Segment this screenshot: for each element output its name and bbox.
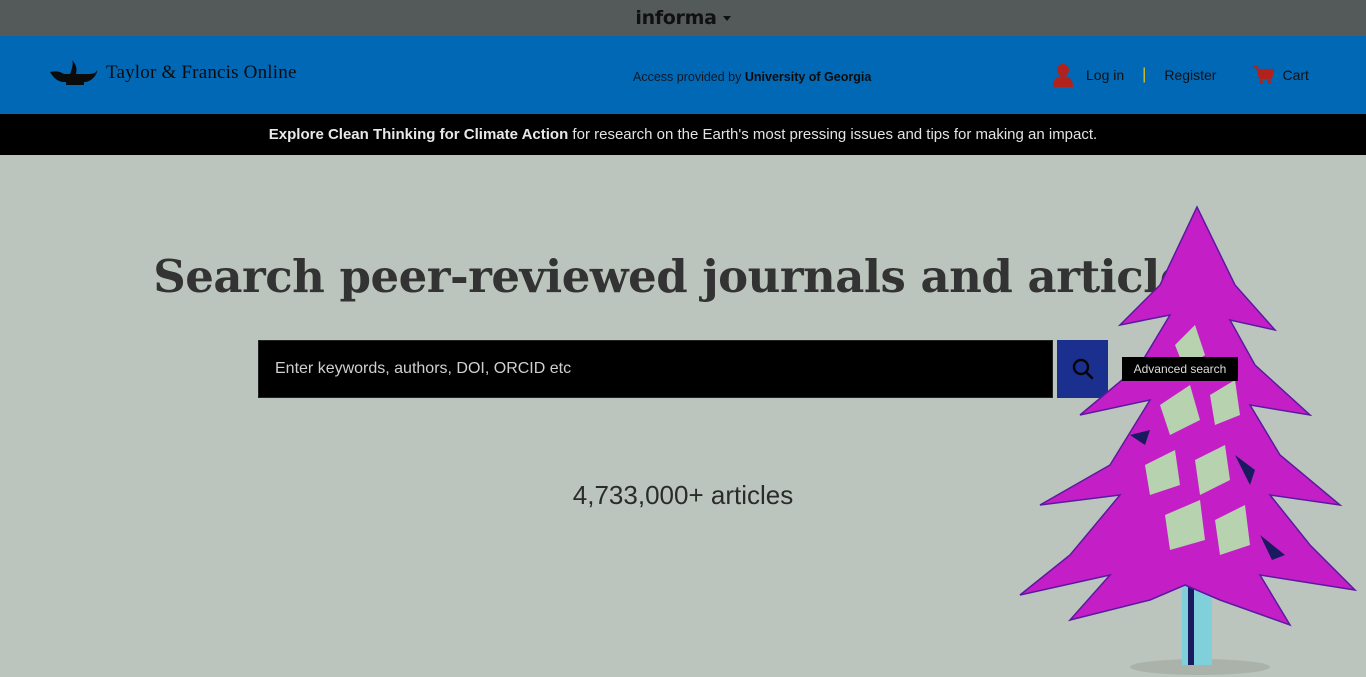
banner-text: for research on the Earth's most pressin… — [568, 126, 1098, 143]
login-link[interactable]: Log in — [1086, 67, 1124, 83]
informa-topbar: informa — [0, 0, 1366, 36]
site-header: Taylor & Francis Online Access provided … — [0, 36, 1366, 114]
lamp-logo-icon — [50, 60, 97, 85]
banner-link[interactable]: Explore Clean Thinking for Climate Actio… — [269, 126, 568, 143]
christmas-tree-decoration — [1019, 205, 1358, 675]
search-input[interactable] — [258, 340, 1053, 398]
advanced-search-link[interactable]: Advanced search — [1122, 357, 1238, 381]
logo-text: Taylor & Francis Online — [106, 62, 297, 83]
link-separator: | — [1142, 66, 1147, 83]
cart-icon[interactable] — [1252, 65, 1275, 85]
user-icon[interactable] — [1052, 63, 1074, 87]
cart-link[interactable]: Cart — [1282, 67, 1308, 83]
announcement-banner: Explore Clean Thinking for Climate Actio… — [0, 114, 1366, 155]
access-prefix: Access provided by — [633, 70, 742, 84]
chevron-down-icon[interactable] — [722, 15, 731, 21]
access-provided: Access provided by University of Georgia — [633, 70, 871, 84]
site-logo[interactable]: Taylor & Francis Online — [48, 58, 297, 88]
register-link[interactable]: Register — [1164, 67, 1216, 83]
informa-brand[interactable]: informa — [635, 7, 717, 29]
institution-name: University of Georgia — [744, 70, 872, 84]
user-links: Log in | Register Cart — [1052, 63, 1309, 87]
